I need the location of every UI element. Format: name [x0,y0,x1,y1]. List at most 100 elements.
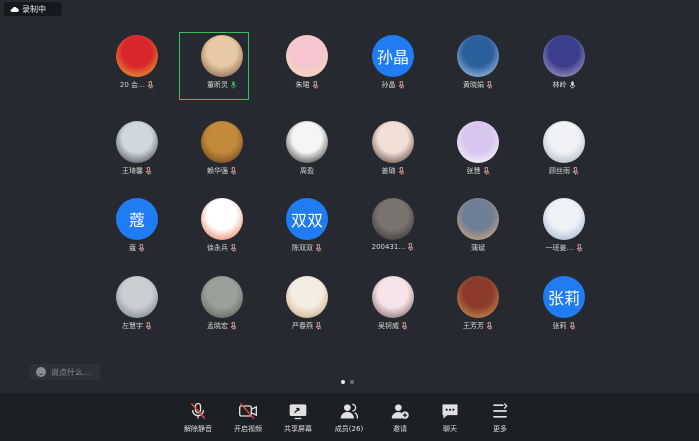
avatar [116,121,158,163]
participant-name: 蒲斌 [471,244,485,252]
page-dot-1[interactable] [341,380,345,384]
participant-name: 周盈 [300,167,314,175]
avatar [116,276,158,318]
invite-label: 邀请 [393,425,407,433]
participant-tile[interactable]: 张慧 [448,121,508,176]
share-screen-button[interactable]: 共享屏幕 [273,401,323,434]
mic-muted-icon [576,244,582,252]
participant-tile[interactable]: 双双 陈双双 [277,198,337,253]
participant-tile[interactable]: 严春燕 [277,276,337,331]
mic-muted-icon [398,167,404,175]
mic-muted-icon [145,322,152,330]
avatar [543,35,585,77]
mic-muted-icon [145,167,152,175]
participant-tile[interactable]: 林岭 [534,35,594,90]
recording-badge: 录制中 [4,2,62,16]
participant-tile[interactable]: 王芳芳 [448,276,508,331]
participant-name-row: 吴钶威 [363,321,423,331]
participant-name: 董昕灵 [207,81,228,89]
avatar: 蔻 [116,198,158,240]
avatar-text: 蔻 [128,211,145,230]
chat-input[interactable]: 说点什么… [30,364,100,380]
participant-tile[interactable]: 孟晓宏 [192,276,252,331]
participant-name: 蔻 [129,244,136,252]
participant-name: 20 会… [119,81,146,89]
participant-name-row: 黄晓娟 [448,80,508,90]
avatar [457,198,499,240]
more-button[interactable]: 更多 [475,401,525,434]
avatar [372,121,414,163]
members-icon [340,403,359,419]
participant-tile[interactable]: 周盈 [277,121,337,176]
participant-name-row: 顾丝雨 [534,166,594,176]
participant-tile[interactable]: 徐永兵 [192,198,252,253]
avatar-text: 孙晶 [376,48,409,67]
mic-muted-icon [569,322,575,330]
mic-muted-icon [138,244,145,252]
participant-name-row: 孙晶 [363,80,423,90]
emoji-icon[interactable] [36,367,46,377]
participant-name: 左慧宇 [122,322,143,330]
unmute-button[interactable]: 解除静音 [173,401,223,434]
start-video-button[interactable]: 开启视频 [223,401,273,434]
participant-name: 孟晓宏 [207,322,228,330]
participant-tile[interactable]: 吴钶威 [363,276,423,331]
participant-tile[interactable]: 蒲斌 [448,198,508,253]
participant-tile[interactable]: 蔻蔻 [107,198,167,253]
participant-tile[interactable]: 200431… [363,198,423,251]
participant-name-row: 一班姜… [534,243,594,253]
members-label: 成员(26) [334,425,364,433]
participant-tile[interactable]: 顾丝雨 [534,121,594,176]
avatar [116,35,158,77]
members-button[interactable]: 成员(26) [324,401,374,434]
mic-muted-icon [312,81,318,89]
participant-tile[interactable]: 一班姜… [534,198,594,253]
participant-tile[interactable]: 王琦馨 [107,121,167,176]
page-indicator [341,380,354,384]
participant-tile[interactable]: 赖华强 [192,121,252,176]
mic-muted-icon [315,244,322,252]
participant-tile[interactable]: 左慧宇 [107,276,167,331]
participant-tile[interactable]: 黄晓娟 [448,35,508,90]
participant-name: 王琦馨 [122,167,143,175]
invite-icon [391,404,409,419]
participant-tile[interactable]: 朱珺 [277,35,337,90]
participant-tile[interactable]: 张莉 张莉 [534,276,594,331]
participant-tile[interactable]: 姜璐 [363,121,423,176]
participant-name: 孙晶 [381,81,396,89]
avatar [372,276,414,318]
mic-muted-icon [230,167,237,175]
participant-tile[interactable]: 孙晶 孙晶 [363,35,423,90]
chat-button[interactable]: 聊天 [425,401,475,434]
share-screen-label: 共享屏幕 [284,425,312,433]
invite-button[interactable]: 邀请 [375,401,425,434]
participant-name: 吴钶威 [378,322,399,330]
mic-muted-icon [190,402,206,419]
mic-active-icon [230,81,237,89]
participant-name: 张慧 [466,167,481,175]
participant-tile[interactable]: 董昕灵 [179,32,252,100]
avatar: 张莉 [543,276,585,318]
cloud-icon [10,6,19,12]
participant-name-row: 陈双双 [277,243,337,253]
participant-name-row: 董昕灵 [192,80,252,90]
avatar [372,198,414,240]
mic-muted-icon [398,81,404,89]
participant-name: 徐永兵 [207,244,228,252]
participant-name-row: 200431… [363,243,423,251]
avatar [286,35,328,77]
chat-label: 聊天 [443,425,457,433]
mic-muted-icon [147,81,154,89]
participant-name-row: 朱珺 [277,80,337,90]
participant-name-row: 严春燕 [277,321,337,331]
mic-muted-icon [486,81,493,89]
participant-name-row: 林岭 [534,80,594,90]
mic-muted-icon [572,167,579,175]
mic-muted-icon [315,322,322,330]
participant-name: 黄晓娟 [463,81,484,89]
participant-tile[interactable]: 20 会… [107,35,167,90]
page-dot-2[interactable] [350,380,354,384]
avatar [286,276,328,318]
participant-name: 严春燕 [292,322,313,330]
avatar [543,198,585,240]
